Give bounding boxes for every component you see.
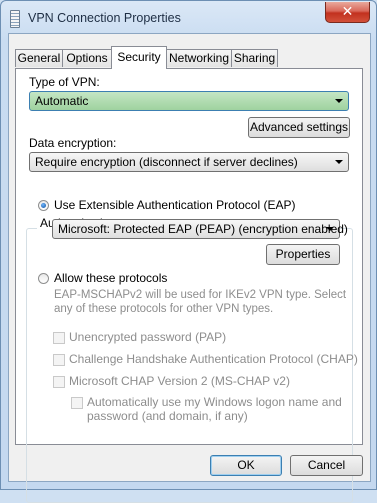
chevron-down-icon [335,160,343,164]
vpn-properties-window: VPN Connection Properties ✕ General Opti… [0,0,377,503]
ikev2-note-line2: any of these protocols for other VPN typ… [54,303,274,315]
chevron-down-icon [326,227,334,231]
tab-networking[interactable]: Networking [166,49,232,67]
tab-security[interactable]: Security [111,46,167,69]
tab-general[interactable]: General [15,49,63,67]
chap-checkbox[interactable] [53,354,65,366]
eap-radio[interactable] [38,200,49,211]
auto-logon-label-line2[interactable]: password (and domain, if any) [87,409,248,423]
data-encryption-value: Require encryption (disconnect if server… [35,155,298,169]
ikev2-note-line1: EAP-MSCHAPv2 will be used for IKEv2 VPN … [54,289,347,301]
window-title: VPN Connection Properties [28,11,181,25]
title-bar[interactable]: VPN Connection Properties ✕ [1,1,376,33]
auto-logon-label-line1[interactable]: Automatically use my Windows logon name … [87,395,342,409]
pap-label[interactable]: Unencrypted password (PAP) [69,330,226,344]
close-button[interactable]: ✕ [325,2,370,23]
pap-checkbox[interactable] [53,332,65,344]
vpn-type-value: Automatic [35,94,89,108]
allow-protocols-radio[interactable] [38,273,49,284]
data-encryption-label: Data encryption: [29,136,117,150]
tab-options[interactable]: Options [62,49,112,67]
advanced-settings-button[interactable]: Advanced settings [248,117,350,138]
cancel-button[interactable]: Cancel [290,455,363,476]
ok-button[interactable]: OK [210,455,282,476]
eap-method-select[interactable]: Microsoft: Protected EAP (PEAP) (encrypt… [52,219,348,239]
vpn-connection-icon [10,10,20,28]
tab-sharing[interactable]: Sharing [231,49,278,67]
chap-label[interactable]: Challenge Handshake Authentication Proto… [69,352,358,366]
dialog-body: General Options Security Networking Shar… [8,33,371,503]
eap-method-value: Microsoft: Protected EAP (PEAP) (encrypt… [58,222,348,236]
eap-radio-label[interactable]: Use Extensible Authentication Protocol (… [54,198,295,212]
vpn-type-label: Type of VPN: [29,75,100,89]
eap-properties-button[interactable]: Properties [266,244,340,265]
auto-logon-checkbox[interactable] [71,397,83,409]
mschapv2-label[interactable]: Microsoft CHAP Version 2 (MS-CHAP v2) [69,374,290,388]
chevron-down-icon [335,99,343,103]
mschapv2-checkbox[interactable] [53,376,65,388]
security-panel: Type of VPN: Automatic Advanced settings… [15,68,363,503]
allow-protocols-label[interactable]: Allow these protocols [54,271,167,285]
data-encryption-select[interactable]: Require encryption (disconnect if server… [29,152,349,172]
vpn-type-select[interactable]: Automatic [29,91,349,111]
